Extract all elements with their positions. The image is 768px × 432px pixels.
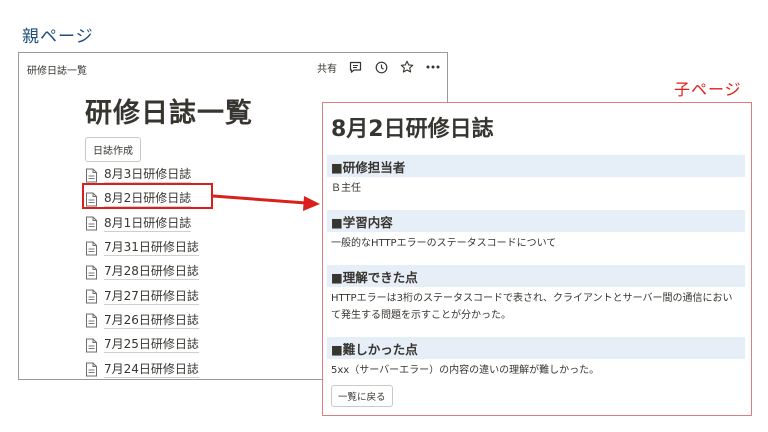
arrow-icon [212, 194, 320, 211]
